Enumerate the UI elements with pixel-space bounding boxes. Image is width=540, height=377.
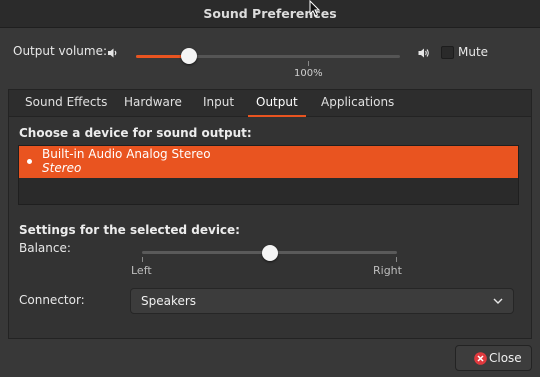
output-device-list: Built-in Audio Analog Stereo Stereo	[18, 145, 519, 205]
device-name: Built-in Audio Analog Stereo	[42, 147, 211, 161]
settings-section-heading: Settings for the selected device:	[19, 223, 240, 237]
speaker-high-icon[interactable]	[418, 47, 430, 59]
mute-checkbox[interactable]	[441, 46, 454, 59]
tab-output[interactable]: Output	[248, 90, 306, 117]
balance-left-label: Left	[131, 264, 152, 277]
mute-label[interactable]: Mute	[458, 45, 488, 59]
mouse-cursor-icon	[309, 0, 321, 17]
output-volume-row: Output volume: 100% Mute	[0, 38, 540, 82]
close-circle-icon	[474, 352, 487, 365]
tab-bar: Sound Effects Hardware Input Output Appl…	[9, 90, 531, 117]
volume-100-tick	[308, 61, 309, 66]
device-section-heading: Choose a device for sound output:	[19, 126, 252, 140]
balance-left-tick	[142, 257, 143, 262]
close-button-label: Close	[489, 351, 522, 365]
speaker-low-icon[interactable]	[107, 47, 119, 59]
tab-sound-effects[interactable]: Sound Effects	[23, 90, 109, 117]
selected-bullet-icon	[27, 159, 32, 164]
balance-slider-handle[interactable]	[262, 245, 278, 261]
balance-right-tick	[396, 257, 397, 262]
balance-right-label: Right	[373, 264, 402, 277]
connector-value: Speakers	[141, 294, 197, 308]
volume-100-mark: 100%	[294, 68, 323, 79]
volume-slider-track[interactable]	[136, 55, 400, 58]
balance-label: Balance:	[19, 241, 71, 255]
sound-tabs-panel: Sound Effects Hardware Input Output Appl…	[8, 89, 532, 339]
title-bar: Sound Preferences	[0, 0, 540, 28]
tab-applications[interactable]: Applications	[319, 90, 396, 117]
connector-label: Connector:	[19, 293, 85, 307]
tab-hardware[interactable]: Hardware	[122, 90, 184, 117]
output-volume-label: Output volume:	[13, 44, 107, 58]
tab-input[interactable]: Input	[201, 90, 236, 117]
close-button[interactable]: Close	[455, 345, 532, 371]
connector-dropdown[interactable]: Speakers	[130, 288, 514, 314]
chevron-down-icon	[493, 298, 503, 304]
device-row[interactable]: Built-in Audio Analog Stereo Stereo	[19, 146, 518, 178]
volume-slider-handle[interactable]	[181, 48, 197, 64]
device-profile: Stereo	[42, 161, 82, 175]
